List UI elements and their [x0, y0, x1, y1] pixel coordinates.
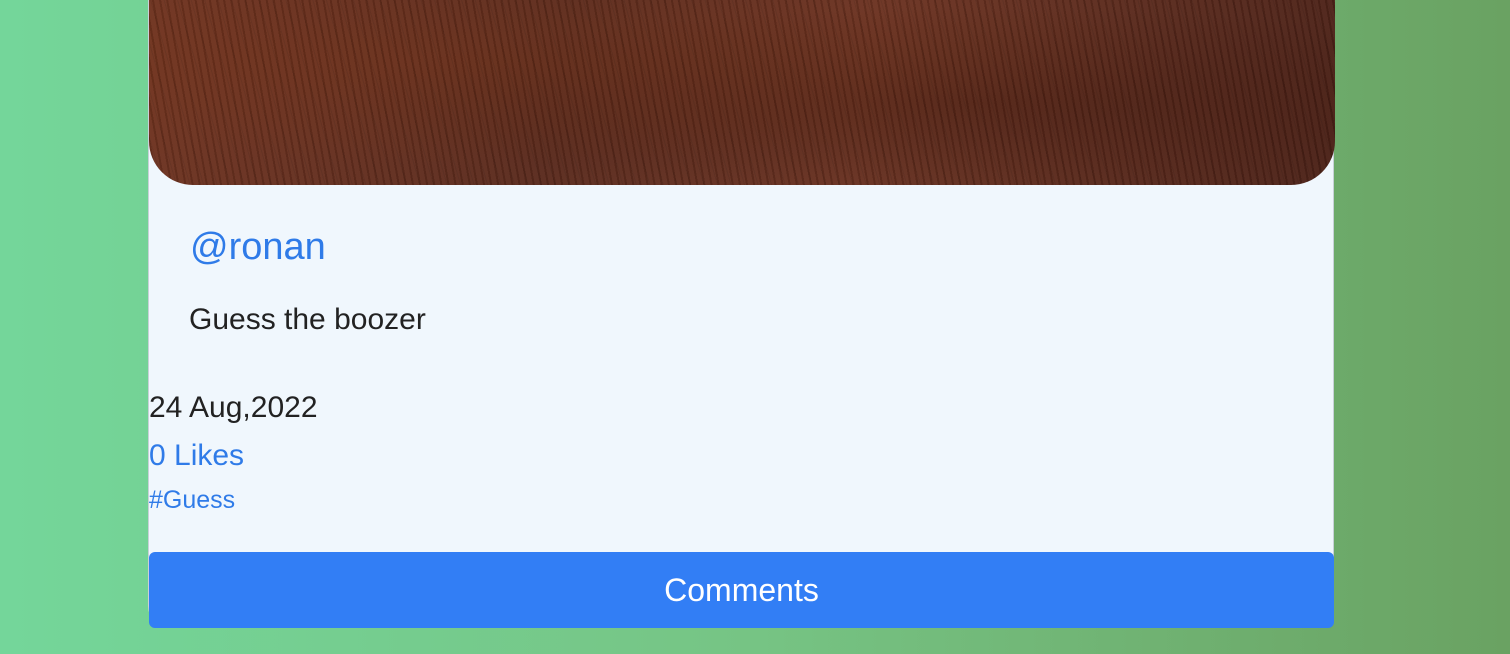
post-username[interactable]: @ronan: [190, 228, 326, 266]
comments-button[interactable]: Comments: [149, 552, 1334, 628]
post-caption: Guess the boozer: [189, 303, 426, 336]
post-image[interactable]: [149, 0, 1335, 185]
likes-link[interactable]: 0 Likes: [149, 441, 244, 471]
hashtag-link[interactable]: #Guess: [149, 488, 235, 513]
post-date: 24 Aug,2022: [149, 391, 318, 424]
post-card: @ronan Guess the boozer 24 Aug,2022 0 Li…: [148, 0, 1335, 628]
